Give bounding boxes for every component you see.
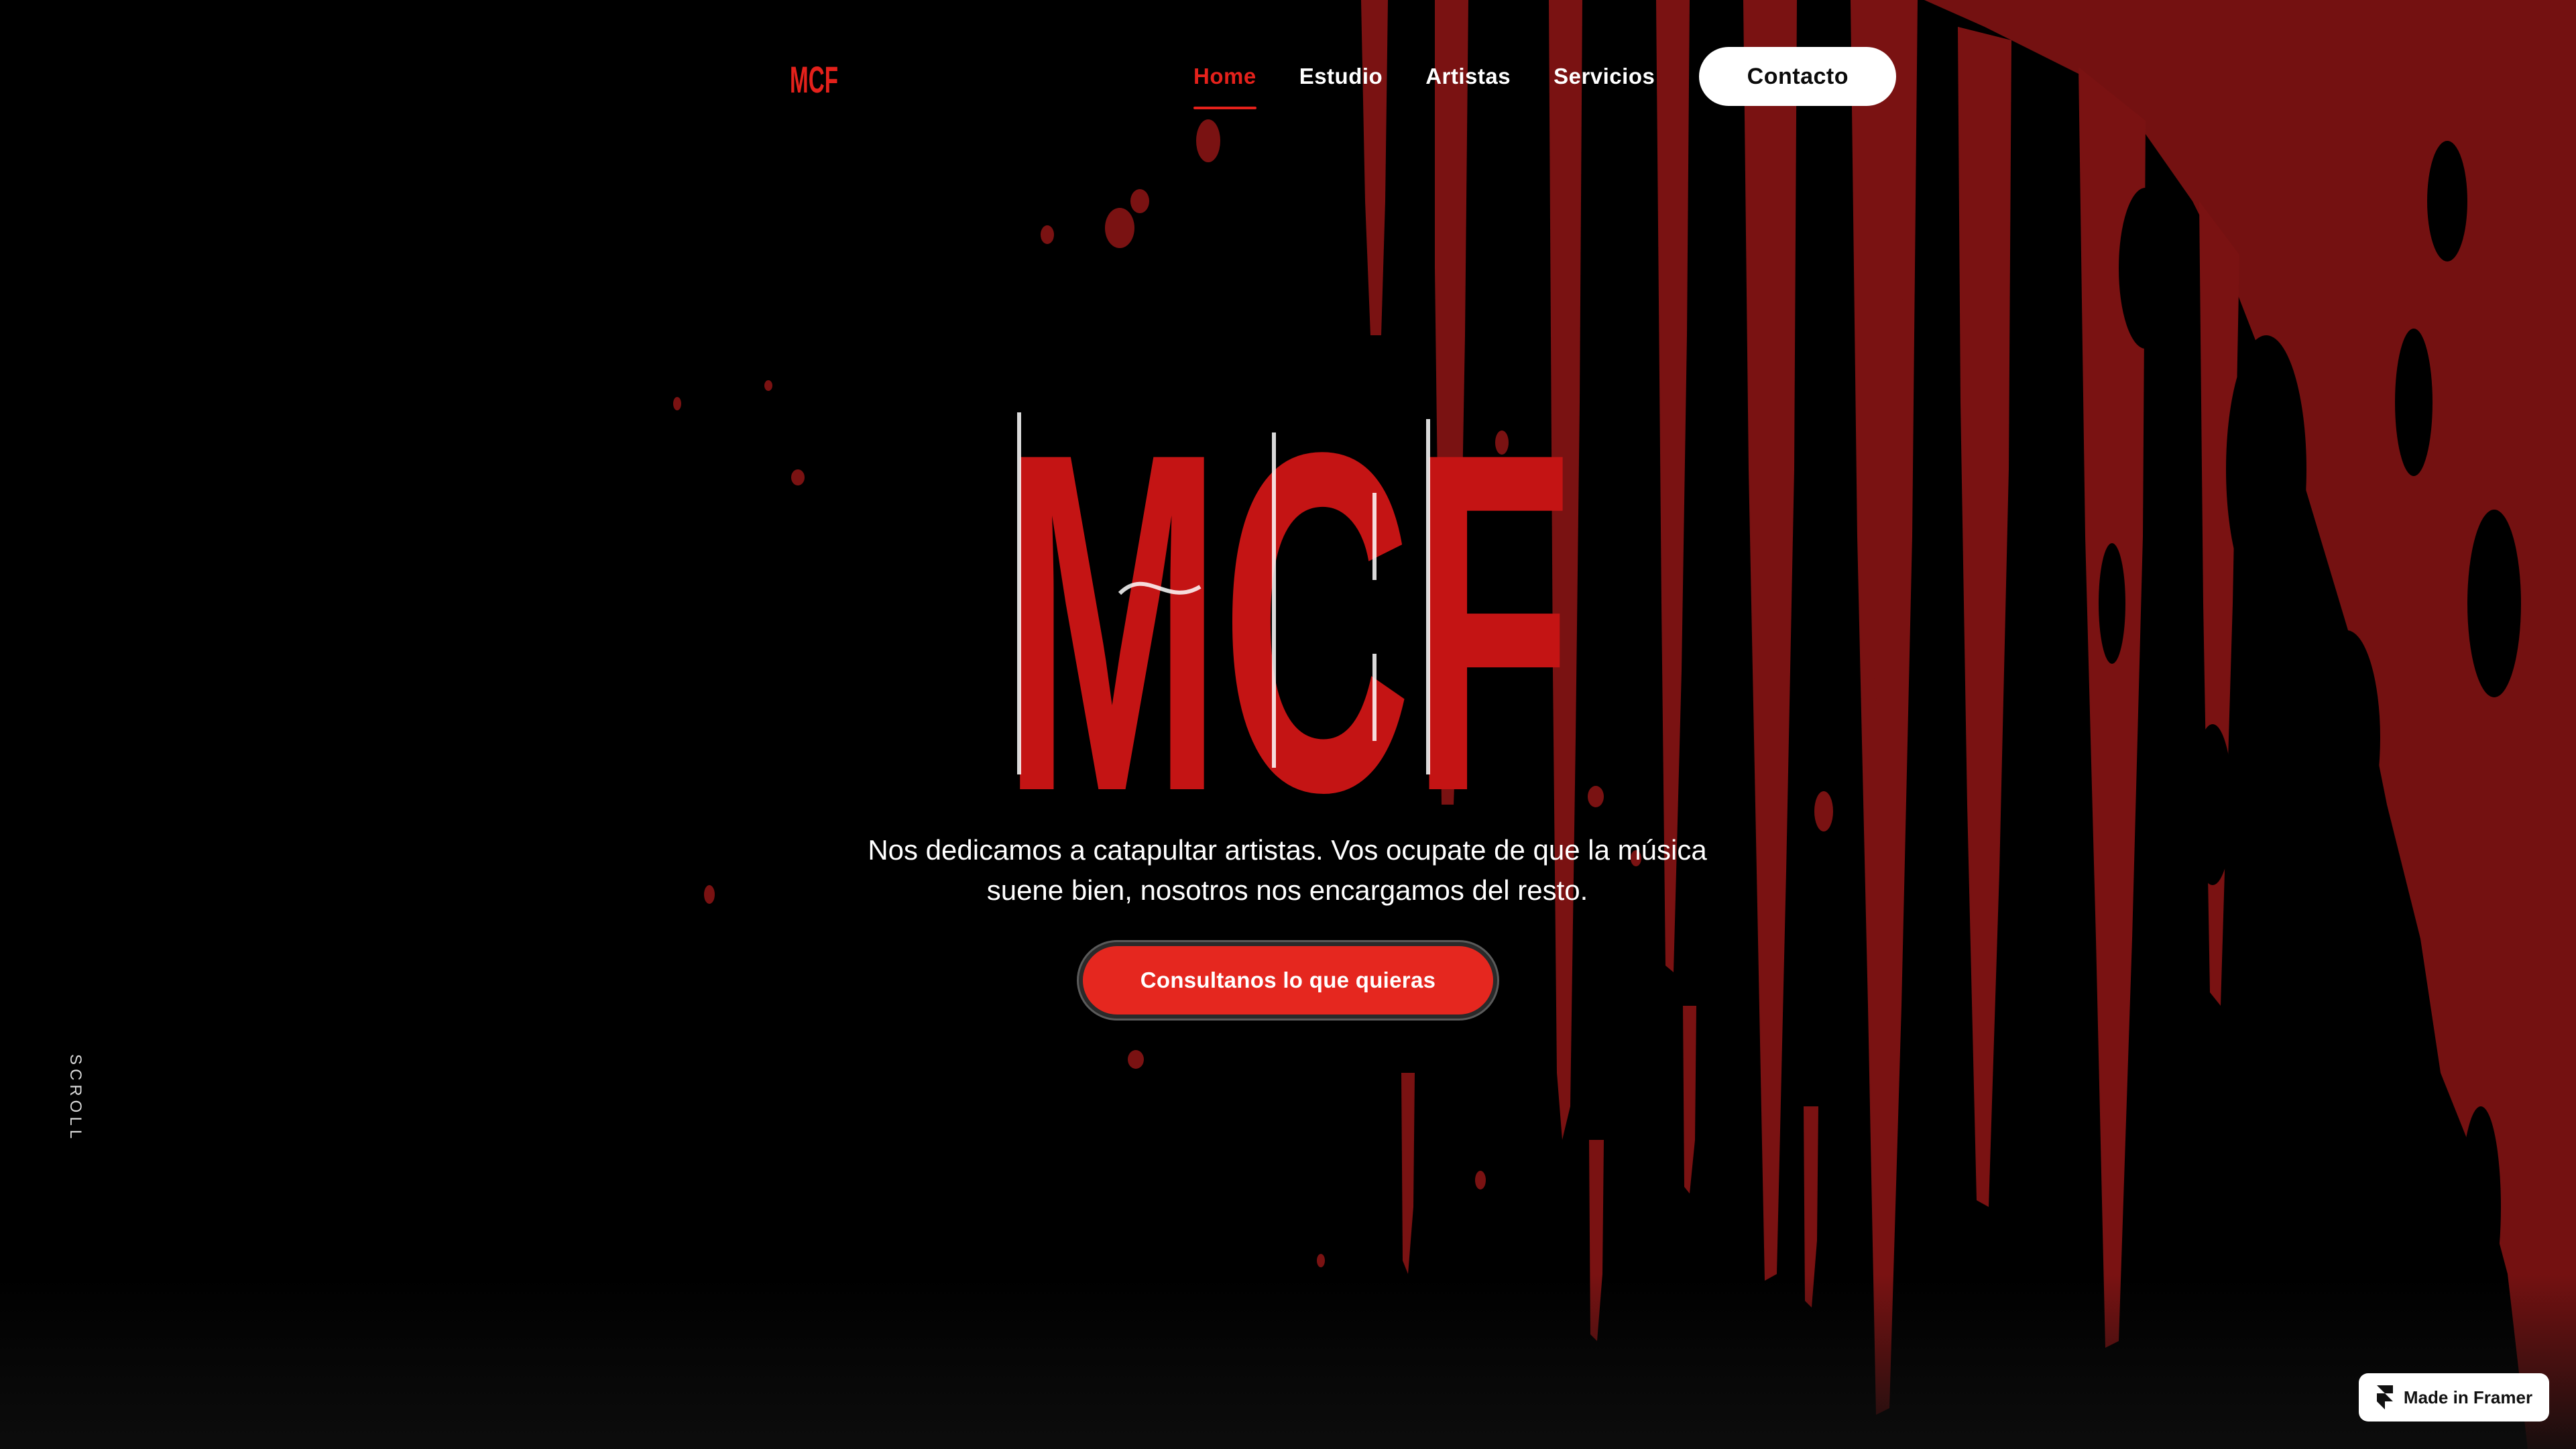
nav-item-estudio[interactable]: Estudio [1299, 64, 1383, 89]
bottom-gradient [0, 1275, 2576, 1449]
framer-icon [2376, 1385, 2393, 1409]
nav-item-servicios[interactable]: Servicios [1554, 64, 1655, 89]
framer-badge-label: Made in Framer [2403, 1387, 2533, 1407]
made-in-framer-badge[interactable]: Made in Framer [2359, 1373, 2549, 1422]
hero-tagline: Nos dedicamos a catapultar artistas. Vos… [831, 830, 1743, 911]
page: MCF Home Estudio Artistas Servicios Cont… [0, 0, 2576, 1449]
nav-item-home[interactable]: Home [1193, 64, 1256, 109]
svg-text:MCF: MCF [1002, 392, 1572, 795]
mcf-logo[interactable]: MCF [790, 62, 838, 95]
cta-button-label: Consultanos lo que quieras [1083, 946, 1493, 1015]
scroll-indicator: SCROLL [66, 1054, 84, 1143]
main-nav: Home Estudio Artistas Servicios Contacto [1193, 39, 1897, 114]
svg-text:MCF: MCF [790, 62, 838, 95]
contacto-button[interactable]: Contacto [1699, 47, 1897, 106]
cta-button[interactable]: Consultanos lo que quieras [1077, 940, 1499, 1021]
nav-item-artistas[interactable]: Artistas [1425, 64, 1511, 89]
hero-logo: MCF [1002, 392, 1572, 795]
tagline-line-2: suene bien, nosotros nos encargamos del … [986, 874, 1588, 906]
tagline-line-1: Nos dedicamos a catapultar artistas. Vos… [868, 834, 1707, 866]
